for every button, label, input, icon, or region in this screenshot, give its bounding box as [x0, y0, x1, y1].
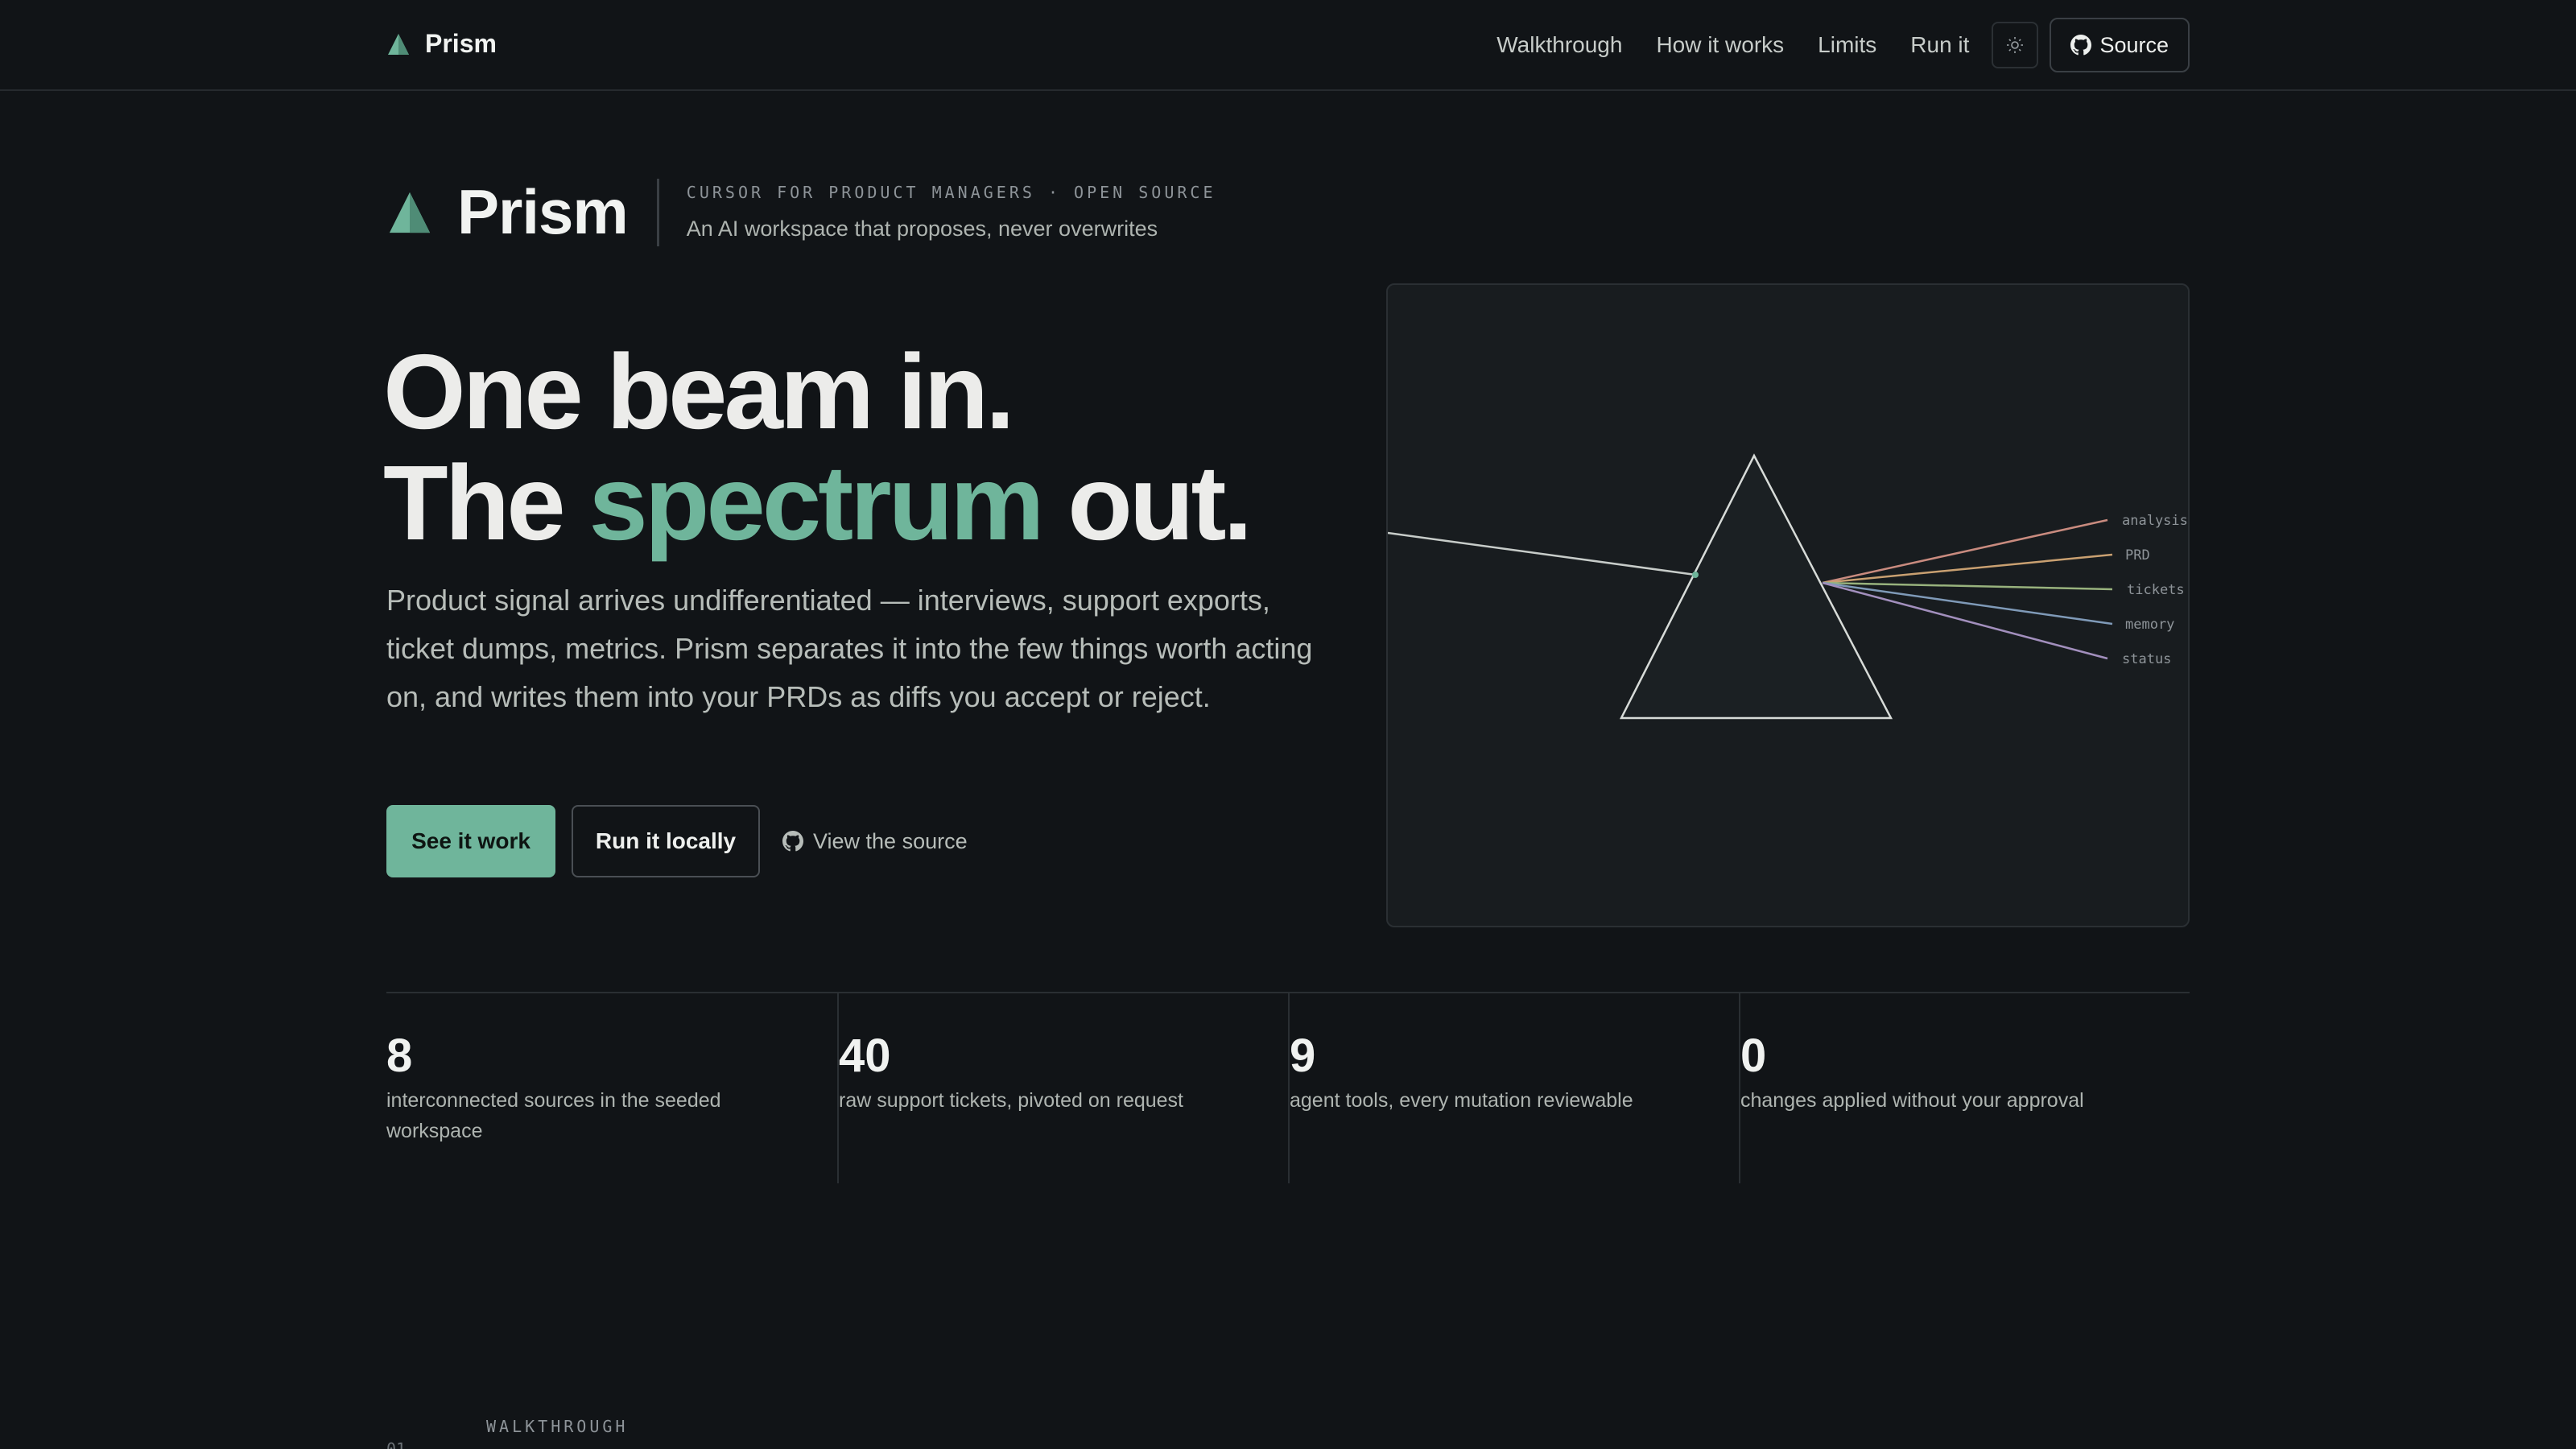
stats-row: 8 interconnected sources in the seeded w… [386, 992, 2190, 1183]
lockup-tagline: An AI workspace that proposes, never ove… [686, 217, 1158, 241]
incoming-beam [1388, 531, 1696, 576]
sun-icon [2007, 37, 2024, 53]
beam-prd [1822, 553, 2113, 584]
view-source-link[interactable]: View the source [782, 829, 968, 854]
lockup-divider [656, 178, 659, 246]
stat-label: raw support tickets, pivoted on request [839, 1089, 1184, 1112]
theme-toggle-button[interactable] [1992, 22, 2039, 68]
dispersed-beams: analysis PRD tickets memory status [1822, 513, 2188, 667]
hero-headline-line2-post: out. [1041, 444, 1253, 562]
nav-links: Walkthrough How it works Limits Run it S… [1496, 18, 2190, 72]
stat-value: 40 [839, 1030, 891, 1082]
nav-link-how-it-works[interactable]: How it works [1656, 32, 1784, 58]
nav-link-run-it[interactable]: Run it [1910, 32, 1969, 58]
hero-headline: One beam in. The spectrum out. [383, 336, 1253, 562]
lockup-kicker: CURSOR FOR PRODUCT MANAGERS · OPEN SOURC… [686, 183, 1216, 202]
stat-value: 8 [386, 1030, 413, 1082]
nav-link-limits[interactable]: Limits [1818, 32, 1876, 58]
walkthrough-section-kicker: WALKTHROUGH [486, 1417, 629, 1436]
prism-diagram: analysis PRD tickets memory status [1388, 453, 2188, 720]
stat-value: 9 [1290, 1030, 1316, 1082]
view-source-label: View the source [813, 828, 968, 853]
stat-label: interconnected sources in the seeded wor… [386, 1089, 721, 1142]
top-nav: Prism Walkthrough How it works Limits Ru… [0, 0, 2576, 91]
stat-item: 9 agent tools, every mutation reviewable [1288, 993, 1739, 1183]
beam-status [1822, 581, 2108, 660]
beam-analysis [1822, 518, 2108, 584]
stat-item: 0 changes applied without your approval [1739, 993, 2190, 1183]
beam-label-analysis: analysis [2122, 513, 2188, 529]
hero-cta-row: See it work Run it locally View the sour… [386, 805, 968, 877]
see-it-work-button[interactable]: See it work [386, 805, 555, 877]
hero-headline-line1: One beam in. [383, 332, 1015, 451]
stat-item: 40 raw support tickets, pivoted on reque… [837, 993, 1288, 1183]
brand-lockup: Prism CURSOR FOR PRODUCT MANAGERS · OPEN… [386, 175, 1216, 249]
stat-item: 8 interconnected sources in the seeded w… [386, 993, 837, 1183]
prism-logo-icon [389, 192, 431, 233]
nav-brand-name: Prism [425, 29, 497, 58]
prism-diagram-panel: analysis PRD tickets memory status [1386, 283, 2190, 927]
source-button-label: Source [2099, 32, 2169, 57]
github-icon [782, 831, 803, 852]
hero-lede: Product signal arrives undifferentiated … [386, 584, 1313, 713]
run-it-locally-button[interactable]: Run it locally [572, 805, 760, 877]
nav-brand[interactable]: Prism [386, 29, 497, 59]
github-icon [2070, 35, 2092, 56]
entry-point [1692, 572, 1699, 578]
lockup-text: CURSOR FOR PRODUCT MANAGERS · OPEN SOURC… [687, 183, 1216, 242]
stat-value: 0 [1740, 1030, 1767, 1082]
beam-label-memory: memory [2125, 617, 2174, 633]
stat-label: changes applied without your approval [1740, 1089, 2084, 1112]
stat-label: agent tools, every mutation reviewable [1290, 1089, 1633, 1112]
lockup-brand-name: Prism [457, 176, 629, 247]
hero-headline-line2-pre: The [383, 444, 589, 562]
beam-label-prd: PRD [2125, 547, 2150, 564]
source-button[interactable]: Source [2050, 18, 2190, 72]
nav-link-walkthrough[interactable]: Walkthrough [1496, 32, 1622, 58]
prism-logo-icon [388, 33, 409, 55]
beam-label-tickets: tickets [2127, 582, 2185, 598]
walkthrough-section-number: 01 [386, 1439, 407, 1449]
beam-label-status: status [2122, 651, 2171, 667]
hero-headline-accent: spectrum [588, 444, 1044, 562]
